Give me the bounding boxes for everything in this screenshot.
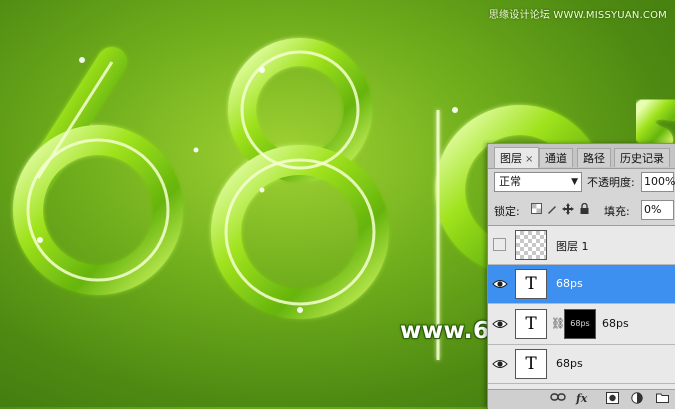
- visibility-toggle-empty[interactable]: [493, 238, 506, 251]
- eye-icon[interactable]: [492, 276, 508, 292]
- layer-row-layer1[interactable]: 图层 1: [488, 226, 675, 265]
- link-layers-icon[interactable]: [550, 392, 566, 406]
- add-mask-icon[interactable]: [606, 392, 619, 406]
- layers-panel: 图层 × 通道 路径 历史记录 正常 ▼ 不透明度: 100% 锁定: 填充: 0…: [487, 143, 675, 409]
- panel-tabbar: 图层 × 通道 路径 历史记录: [488, 144, 675, 169]
- layer-name: 图层 1: [556, 240, 589, 253]
- layer-mask-thumbnail[interactable]: 68ps: [564, 309, 596, 339]
- tab-paths[interactable]: 路径: [577, 148, 611, 167]
- layer-name: 68ps: [556, 357, 583, 370]
- lock-row: 锁定: 填充: 0%: [494, 200, 674, 222]
- blend-mode-value: 正常: [499, 175, 521, 188]
- layer-name: 68ps: [602, 317, 629, 330]
- layer-name: 68ps: [556, 277, 583, 290]
- close-icon[interactable]: ×: [525, 154, 533, 165]
- layer-row-68ps-masked[interactable]: T ⛓ 68ps 68ps: [488, 304, 675, 345]
- chevron-down-icon: ▼: [571, 177, 578, 187]
- opacity-label: 不透明度:: [587, 176, 635, 189]
- blend-row: 正常 ▼ 不透明度: 100%: [494, 172, 675, 194]
- layer-row-68ps-selected[interactable]: T 68ps: [488, 265, 675, 304]
- adjustment-layer-icon[interactable]: [631, 392, 643, 406]
- glass-letter-s: [629, 93, 675, 153]
- text-layer-thumbnail: T: [515, 269, 547, 299]
- lock-transparent-icon[interactable]: [530, 203, 542, 215]
- layer-thumbnail-transparent: [515, 230, 547, 260]
- layer-row-68ps[interactable]: T 68ps: [488, 345, 675, 384]
- layers-list: 图层 1 T 68ps T ⛓ 68ps 68ps T 68ps: [488, 225, 675, 389]
- text-layer-thumbnail: T: [515, 309, 547, 339]
- eye-icon[interactable]: [492, 316, 508, 332]
- new-group-icon[interactable]: [656, 392, 669, 406]
- eye-icon[interactable]: [492, 356, 508, 372]
- chain-link-icon[interactable]: ⛓: [551, 317, 565, 330]
- lock-all-icon[interactable]: [578, 202, 590, 215]
- glass-digit-6: [13, 47, 183, 295]
- text-layer-thumbnail: T: [515, 349, 547, 379]
- fill-label: 填充:: [604, 205, 630, 218]
- glass-digit-8: [211, 38, 389, 319]
- opacity-field[interactable]: 100%: [641, 172, 675, 192]
- lock-move-icon[interactable]: [562, 203, 574, 215]
- blend-mode-select[interactable]: 正常 ▼: [494, 172, 582, 192]
- tab-layers-label: 图层: [500, 152, 522, 165]
- tab-history[interactable]: 历史记录: [614, 148, 670, 167]
- tab-channels[interactable]: 通道: [539, 148, 573, 167]
- panel-bottom-bar: fx: [488, 389, 675, 409]
- tab-layers[interactable]: 图层 ×: [494, 147, 540, 168]
- fx-icon[interactable]: fx: [576, 392, 587, 406]
- watermark-top: 思缘设计论坛 WWW.MISSYUAN.COM: [488, 10, 667, 21]
- lock-paint-icon[interactable]: [546, 203, 558, 215]
- fill-field[interactable]: 0%: [641, 200, 674, 220]
- lock-label: 锁定:: [494, 205, 520, 218]
